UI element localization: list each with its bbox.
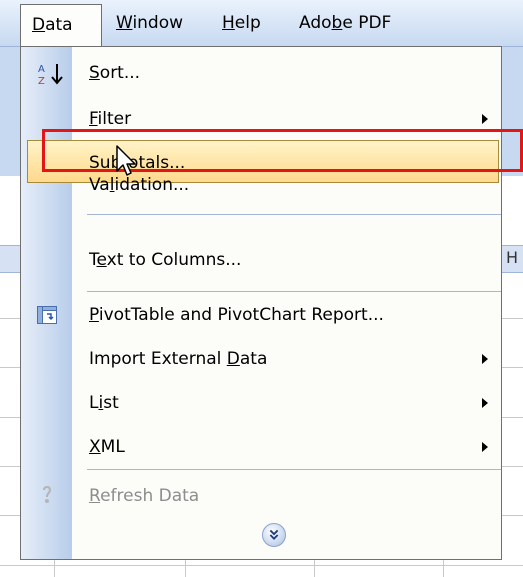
menu-item-label: List	[89, 393, 119, 413]
submenu-arrow-icon	[482, 114, 488, 124]
grid-line	[314, 560, 315, 577]
menu-item-label: Import External Data	[89, 349, 268, 369]
submenu-arrow-icon	[482, 398, 488, 408]
menu-item-label: PivotTable and PivotChart Report...	[89, 305, 384, 325]
expand-menu-button[interactable]	[262, 523, 286, 547]
menu-item-text-to-columns[interactable]: Text to Columns...	[21, 237, 501, 283]
grid-line	[443, 560, 444, 577]
menu-item-refresh-data[interactable]: Refresh Data	[21, 473, 501, 519]
menu-window[interactable]: Window	[116, 0, 183, 46]
menu-item-label: Refresh Data	[89, 486, 200, 506]
sort-ascending-icon: A Z	[38, 64, 63, 86]
menu-item-label: Sort...	[89, 63, 141, 83]
submenu-arrow-icon	[482, 354, 488, 364]
grid-line	[54, 560, 55, 577]
svg-text:A: A	[38, 64, 45, 75]
menu-help[interactable]: Help	[222, 0, 261, 46]
double-chevron-down-icon	[269, 529, 279, 540]
menu-item-import-external-data[interactable]: Import External Data	[21, 336, 501, 382]
refresh-data-icon	[43, 486, 51, 503]
menu-separator	[87, 469, 501, 470]
menu-data[interactable]: Data	[20, 4, 102, 46]
svg-text:Z: Z	[38, 76, 45, 86]
pivottable-icon	[37, 306, 57, 324]
menu-item-list[interactable]: List	[21, 380, 501, 426]
menu-adobe-pdf[interactable]: Adobe PDF	[299, 0, 391, 46]
grid-line	[0, 565, 523, 566]
menu-item-sort[interactable]: A Z Sort...	[21, 50, 501, 96]
grid-line	[185, 560, 186, 577]
menu-item-xml[interactable]: XML	[21, 424, 501, 470]
menu-item-label: Text to Columns...	[89, 250, 242, 270]
toolbar-strip	[0, 46, 20, 176]
menu-item-pivottable[interactable]: PivotTable and PivotChart Report...	[21, 292, 501, 338]
mouse-cursor-icon	[116, 145, 136, 176]
menu-separator	[87, 214, 501, 215]
menu-item-label: XML	[89, 437, 125, 457]
column-header-h[interactable]: H	[506, 248, 518, 267]
submenu-arrow-icon	[482, 442, 488, 452]
